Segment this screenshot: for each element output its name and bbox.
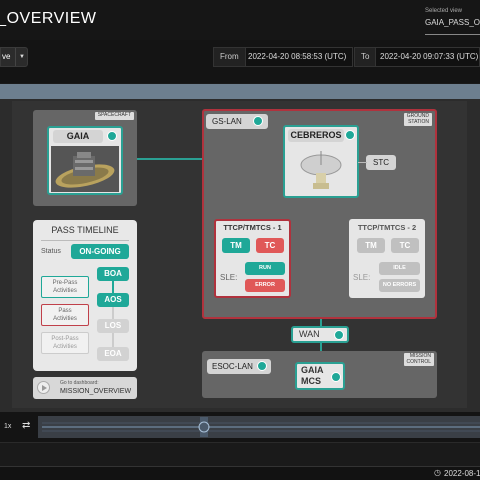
mcs-node[interactable]: GAIA MCS (295, 362, 345, 390)
boa-badge: BOA (97, 267, 129, 281)
postpass-line2: Activities (53, 344, 77, 350)
divider (41, 240, 129, 241)
timeline-connector (112, 307, 114, 319)
dashboard-link[interactable]: Go to dashboard: MISSION_OVERVIEW (33, 377, 137, 399)
ttcp2-tm-badge: TM (357, 238, 385, 253)
clock-icon: ◷ (434, 468, 441, 477)
prepass-activities: Pre-Pass Activities (41, 276, 89, 298)
esoclan-status-dot (257, 361, 267, 371)
ground-label-line2: STATION (408, 118, 429, 125)
ttcp1-tm-badge: TM (222, 238, 250, 253)
mission-label-line2: CONTROL (406, 358, 431, 365)
selected-view-label: Selected view (425, 8, 463, 14)
view-band (0, 84, 480, 99)
ttcp1-run-badge: RUN (245, 262, 285, 275)
wan-label: WAN (299, 329, 320, 339)
ttcp1-node[interactable]: TTCP/TMTCS - 1 TM TC SLE: RUN ERROR (214, 219, 291, 298)
selected-view-value: GAIA_PASS_OV (425, 18, 480, 27)
link-stc (358, 162, 367, 163)
mcs-label: GAIA MCS (301, 365, 324, 387)
spacecraft-image (51, 146, 119, 192)
esoclan-label: ESOC-LAN (212, 362, 253, 371)
timeline-connector (112, 333, 114, 347)
pass-timeline-title: PASS TIMELINE (51, 225, 119, 235)
from-field[interactable]: From 2022-04-20 08:58:53 (UTC) (213, 47, 353, 67)
footer-timestamp: 2022-08-16 (444, 469, 480, 478)
wan-status-dot (334, 330, 344, 340)
ttcp2-idle-badge: IDLE (379, 262, 420, 275)
ttcp1-sle-label: SLE: (220, 273, 238, 282)
chevron-down-icon[interactable]: ▼ (15, 48, 28, 66)
stc-node[interactable]: STC (366, 155, 396, 170)
pass-activities: Pass Activities (41, 304, 89, 326)
aos-badge: AOS (97, 293, 129, 307)
cebreros-label: CEBREROS (288, 129, 344, 142)
ttcp2-noerrors-badge: NO ERRORS (379, 279, 420, 292)
app-header: S_OVERVIEW Selected view GAIA_PASS_OV (0, 0, 480, 40)
selected-view-select[interactable]: Selected view GAIA_PASS_OV (425, 8, 480, 35)
ttcp1-error-badge: ERROR (245, 279, 285, 292)
cebreros-status-dot (345, 130, 355, 140)
gaia-status-dot (107, 131, 117, 141)
cebreros-node[interactable]: CEBREROS (283, 125, 359, 198)
los-badge: LOS (97, 319, 129, 333)
ttcp1-tc-badge: TC (256, 238, 284, 253)
play-icon (37, 381, 50, 394)
pass-line1: Pass (58, 308, 72, 314)
timeline-track[interactable] (38, 416, 480, 438)
from-label: From (214, 48, 246, 66)
speed-control[interactable]: 1x (4, 423, 11, 430)
select-underline (425, 34, 480, 35)
ground-station-label: GROUND STATION (403, 113, 432, 126)
spacecraft-panel-label: SPACECRAFT (94, 112, 134, 120)
eoa-badge: EOA (97, 347, 129, 361)
pass-line2: Activities (53, 316, 77, 322)
wan-node[interactable]: WAN (291, 326, 349, 343)
footer-strip: ◷ 2022-08-16 (0, 466, 480, 480)
gslan-label: GS-LAN (212, 117, 242, 126)
timeline-connector (112, 281, 114, 293)
from-value: 2022-04-20 08:58:53 (UTC) (248, 52, 347, 61)
to-label: To (355, 48, 377, 66)
pass-timeline-panel: PASS TIMELINE Status ON-GOING BOA AOS LO… (33, 220, 137, 371)
prepass-line1: Pre-Pass (52, 280, 78, 286)
ttcp2-sle-label: SLE: (353, 273, 371, 282)
loop-icon[interactable]: ⇄ (22, 420, 30, 431)
mcs-status-dot (331, 372, 341, 382)
gaia-node[interactable]: GAIA (47, 126, 123, 195)
ttcp2-tc-badge: TC (391, 238, 419, 253)
ttcp1-title: TTCP/TMTCS - 1 (223, 223, 282, 232)
gaia-label: GAIA (53, 130, 103, 143)
postpass-activities: Post-Pass Activities (41, 332, 89, 354)
mission-control-label: MISSION CONTROL (403, 353, 434, 366)
to-field[interactable]: To 2022-04-20 09:07:33 (UTC) (354, 47, 480, 67)
to-value: 2022-04-20 09:07:33 (UTC) (380, 52, 479, 61)
status-badge: ON-GOING (71, 244, 129, 259)
postpass-line1: Post-Pass (51, 336, 79, 342)
mode-button[interactable]: ve ▼ (0, 47, 28, 67)
page-title: S_OVERVIEW (0, 10, 97, 27)
mcs-label-line1: GAIA (301, 365, 324, 375)
status-label: Status (41, 248, 61, 255)
antenna-image (291, 145, 351, 193)
gslan-status-dot (253, 116, 263, 126)
prepass-line2: Activities (53, 288, 77, 294)
dashboard-hint: Go to dashboard: (60, 380, 99, 386)
mcs-label-line2: MCS (301, 376, 321, 386)
dashboard-name: MISSION_OVERVIEW (60, 388, 132, 395)
ttcp2-node[interactable]: TTCP/TMTCS - 2 TM TC SLE: IDLE NO ERRORS (349, 219, 425, 298)
ttcp2-title: TTCP/TMTCS - 2 (357, 223, 417, 232)
mode-label: ve (2, 52, 11, 61)
